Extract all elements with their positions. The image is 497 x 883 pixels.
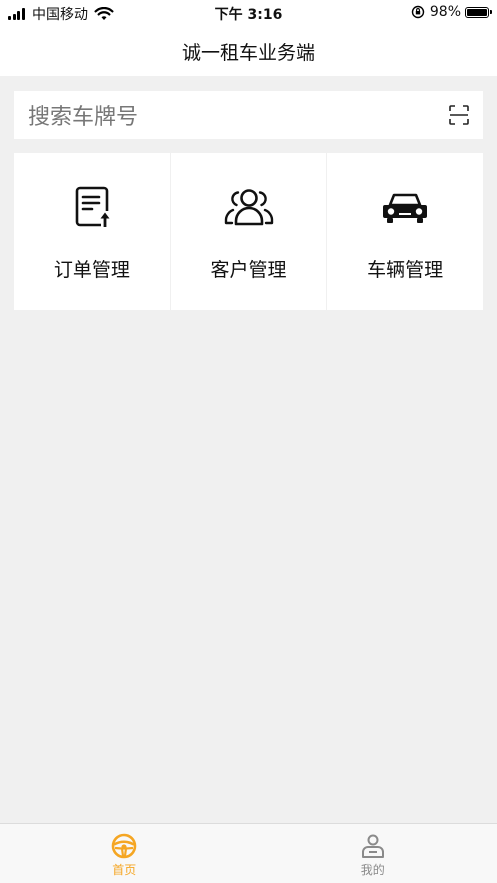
navigation-bar: 诚一租车业务端 [0,26,497,76]
order-document-icon [75,186,110,227]
page-title: 诚一租车业务端 [181,41,315,64]
tab-profile[interactable]: 我的 [249,824,497,883]
battery-icon [465,6,492,18]
menu-item-label: 订单管理 [53,259,130,281]
orientation-lock-icon [411,5,425,19]
battery-percent: 98% [429,4,461,20]
menu-item-label: 客户管理 [210,259,287,281]
menu-item-label: 车辆管理 [367,259,444,281]
menu-item-orders[interactable]: 订单管理 [14,153,170,310]
search-input[interactable]: 搜索车牌号 [28,99,447,131]
scan-icon[interactable] [447,103,471,127]
tab-home[interactable]: 首页 [0,824,249,883]
menu-item-vehicles[interactable]: 车辆管理 [326,153,484,310]
steering-wheel-icon [111,833,137,859]
tab-bar: 首页 我的 [0,823,497,883]
search-bar[interactable]: 搜索车牌号 [14,91,483,139]
tab-label: 首页 [112,863,137,877]
status-right: 98% [411,4,492,20]
tab-label: 我的 [360,863,385,877]
menu-item-customers[interactable]: 客户管理 [169,153,327,310]
status-bar: 中国移动 下午 3:16 98% [0,0,497,26]
menu-grid: 订单管理 客户管理 车辆管理 [14,153,484,310]
car-icon [383,193,428,223]
customers-icon [224,189,273,226]
battery-fill [467,8,487,16]
driver-profile-icon [361,834,384,858]
